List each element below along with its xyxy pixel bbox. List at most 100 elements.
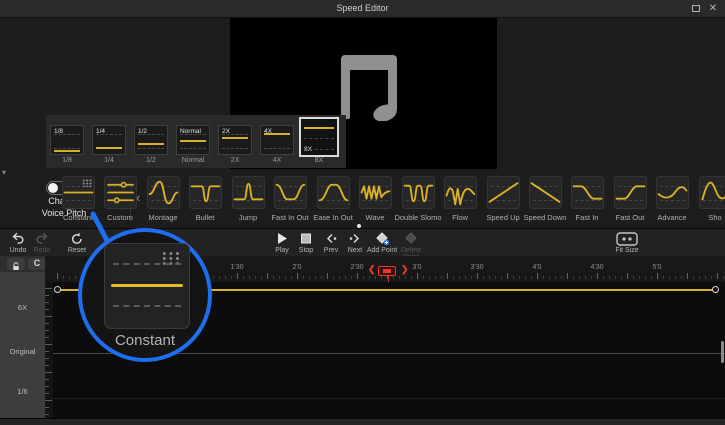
curve-start-point[interactable] <box>54 286 61 293</box>
curve-preset-sho[interactable]: Sho <box>699 176 725 226</box>
curve-thumbnail <box>614 176 647 209</box>
scale-tick <box>45 295 49 296</box>
speed-preset-1-4[interactable]: 1/41/4 <box>88 115 130 168</box>
ruler-tick <box>327 273 328 279</box>
ruler-tick <box>255 276 256 279</box>
curve-shape-icon <box>105 177 136 208</box>
ruler-tick <box>537 273 538 279</box>
ruler-tick <box>675 276 676 279</box>
ruler-tick <box>351 276 352 279</box>
speed-preset-2X[interactable]: 2X2X <box>214 115 256 168</box>
ruler-tick <box>243 276 244 279</box>
playhead-marker[interactable] <box>378 266 396 276</box>
fit-size-button[interactable]: Fit Size <box>610 231 644 256</box>
curve-shape-icon <box>657 177 688 208</box>
speed-level-line <box>222 137 248 139</box>
curve-shape-icon <box>190 177 221 208</box>
curve-thumbnail <box>147 176 180 209</box>
speed-preset-8X[interactable]: 8X8X <box>298 115 340 168</box>
bottom-strip <box>0 418 725 425</box>
speed-scale-ticks <box>45 282 53 418</box>
curve-mode-button[interactable]: C <box>28 258 46 270</box>
ruler-tick <box>219 276 220 279</box>
ruler-tick <box>669 276 670 279</box>
redo-button[interactable]: Redo <box>28 231 56 256</box>
speed-scale-gutter: 6X Original 1/6 <box>0 272 45 418</box>
playhead-marker-fill <box>383 269 391 273</box>
scale-tick <box>45 400 52 401</box>
ruler-tick <box>213 276 214 279</box>
marker-step-back-button[interactable]: ❮ <box>368 264 376 275</box>
ruler-tick <box>363 276 364 279</box>
speed-preset-1-8[interactable]: 1/81/8 <box>46 115 88 168</box>
speed-preset-4X[interactable]: 4X4X <box>256 115 298 168</box>
ruler-tick <box>507 273 508 279</box>
ruler-tick <box>249 276 250 279</box>
dashed-guide-line <box>54 134 80 135</box>
ruler-tick <box>345 276 346 279</box>
ruler-tick <box>483 276 484 279</box>
speed-preset-Normal[interactable]: NormalNormal <box>172 115 214 168</box>
ruler-tick <box>639 276 640 279</box>
redo-icon <box>28 232 56 246</box>
collapse-caret-icon[interactable]: ▾ <box>2 168 6 177</box>
ruler-tick <box>627 273 628 279</box>
vertical-scrollbar-thumb[interactable] <box>721 341 724 363</box>
ruler-tick <box>405 276 406 279</box>
ruler-tick <box>549 276 550 279</box>
ruler-tick <box>63 276 64 279</box>
curve-shape-icon <box>445 177 476 208</box>
speed-level-line <box>138 143 164 145</box>
ruler-label: 2'0 <box>282 264 312 271</box>
scale-tick <box>45 337 49 338</box>
speed-preset-box: Normal <box>176 125 210 155</box>
reset-button[interactable]: Reset <box>63 231 91 256</box>
dashed-guide-line <box>304 149 334 150</box>
callout-label: Constant <box>85 332 205 349</box>
ruler-tick <box>273 276 274 279</box>
scale-tick <box>45 323 49 324</box>
ruler-tick <box>315 276 316 279</box>
marker-step-forward-button[interactable]: ❯ <box>401 264 409 275</box>
scale-tick <box>45 344 52 345</box>
scale-tick <box>45 351 49 352</box>
music-note-icon <box>341 55 397 121</box>
curve-shape-icon <box>360 177 391 208</box>
ruler-tick <box>459 276 460 279</box>
curve-thumbnail <box>317 176 350 209</box>
scale-tick <box>45 407 49 408</box>
ruler-tick <box>591 276 592 279</box>
lock-icon <box>12 262 20 271</box>
ruler-tick <box>423 276 424 279</box>
ruler-tick <box>699 276 700 279</box>
curve-thumbnail <box>487 176 520 209</box>
speed-preset-1-2[interactable]: 1/21/2 <box>130 115 172 168</box>
ruler-tick <box>555 276 556 279</box>
speed-preset-box: 1/2 <box>134 125 168 155</box>
ruler-tick <box>633 276 634 279</box>
curve-thumbnail <box>402 176 435 209</box>
delete-point-button[interactable]: Delete Point <box>393 231 429 256</box>
scale-label-original: Original <box>0 347 45 356</box>
dashed-guide-line <box>180 148 206 149</box>
speed-preset-box: 4X <box>260 125 294 155</box>
ruler-tick <box>519 276 520 279</box>
curve-shape-icon <box>148 177 179 208</box>
maximize-button[interactable] <box>689 3 703 15</box>
ruler-tick <box>561 276 562 279</box>
window-title: Speed Editor <box>0 3 725 13</box>
lock-button[interactable] <box>7 258 25 270</box>
ruler-tick <box>723 276 724 279</box>
ruler-tick <box>525 276 526 279</box>
close-button[interactable]: ✕ <box>706 3 720 15</box>
ruler-tick <box>501 276 502 279</box>
dashed-guide-line <box>222 134 248 135</box>
constant-speed-line <box>111 284 183 287</box>
curve-end-point[interactable] <box>712 286 719 293</box>
ruler-tick <box>297 273 298 279</box>
ruler-tick <box>279 276 280 279</box>
curve-thumbnail <box>274 176 307 209</box>
delete-point-icon <box>393 232 429 246</box>
dashed-guide-line <box>180 134 206 135</box>
speed-preset-panel: 1/81/81/41/41/21/2NormalNormal2X2X4X4X8X… <box>46 115 346 168</box>
